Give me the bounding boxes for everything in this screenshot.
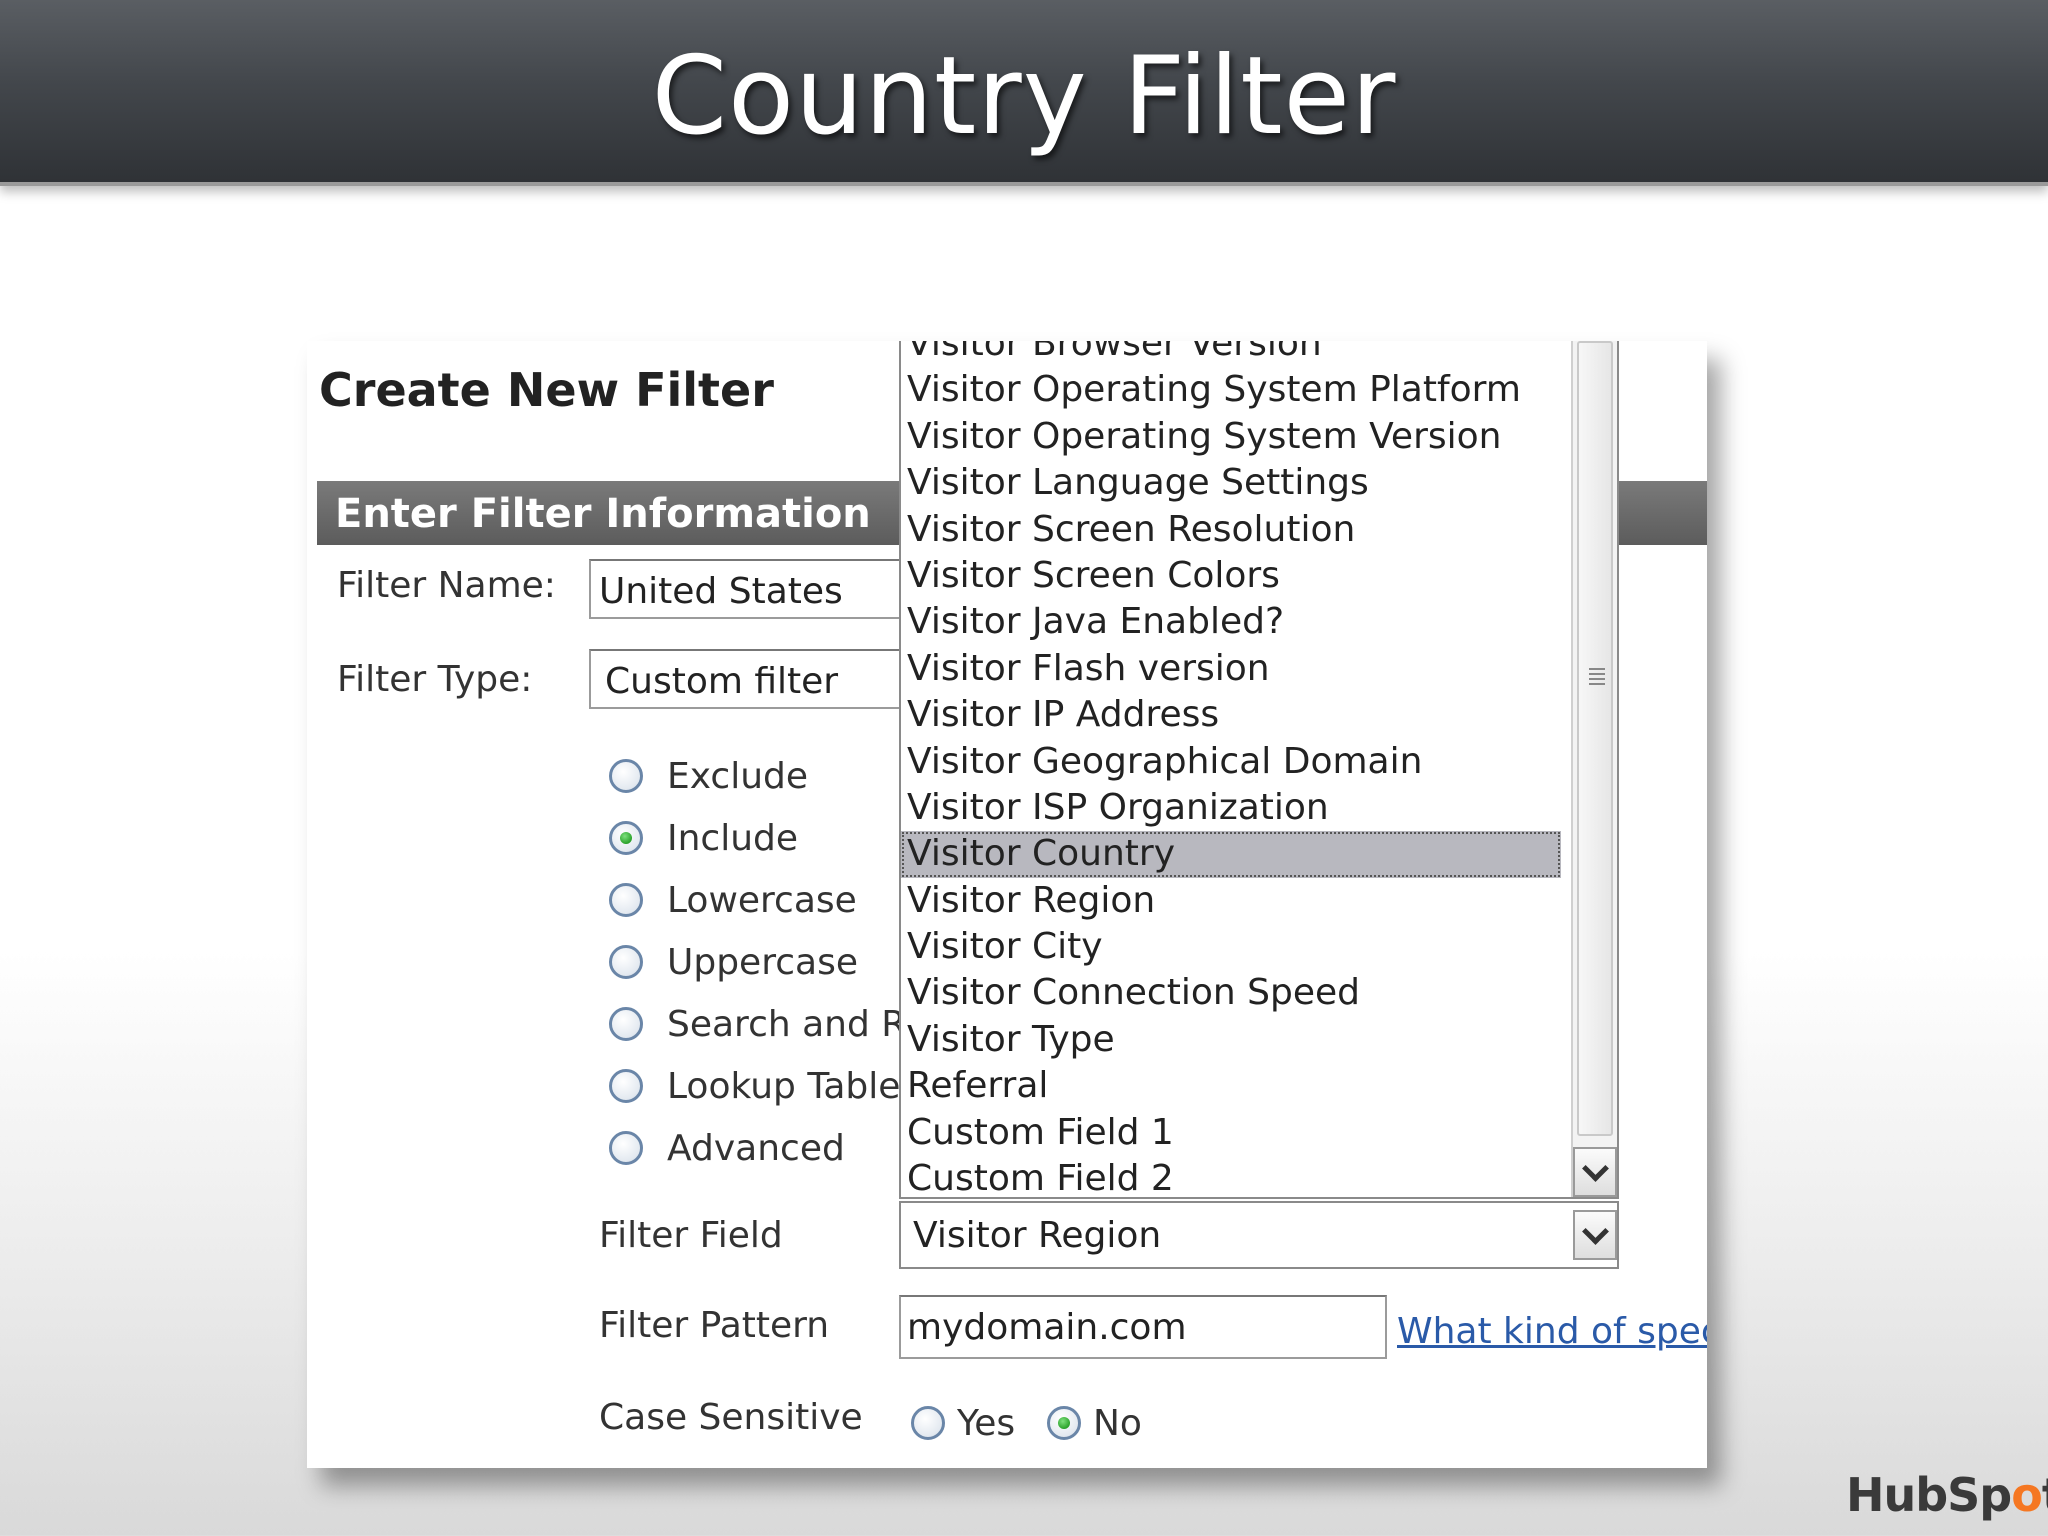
filter-option-2[interactable]: Lowercase — [609, 875, 857, 925]
dropdown-scrollbar[interactable] — [1571, 341, 1617, 1197]
filter-field-select[interactable]: Visitor Region — [899, 1201, 1619, 1269]
dropdown-option[interactable]: Referral — [901, 1063, 1561, 1109]
dropdown-option[interactable]: Visitor Browser Version — [901, 341, 1561, 367]
radio-button[interactable] — [609, 883, 643, 917]
filter-type-label: Filter Type: — [337, 659, 533, 700]
filter-option-4[interactable]: Search and R — [609, 999, 906, 1049]
dropdown-option[interactable]: Visitor Connection Speed — [901, 970, 1561, 1016]
chevron-down-icon — [1581, 1217, 1609, 1245]
scroll-down-button[interactable] — [1573, 1147, 1617, 1197]
radio-button[interactable] — [609, 1007, 643, 1041]
case-no-label: No — [1093, 1402, 1142, 1444]
dropdown-option[interactable]: Visitor Screen Resolution — [901, 507, 1561, 553]
radio-button[interactable] — [609, 945, 643, 979]
form-title: Create New Filter — [319, 363, 774, 417]
case-yes-label: Yes — [957, 1402, 1016, 1444]
hubspot-logo: HubSpot — [1846, 1468, 2048, 1522]
filter-name-label: Filter Name: — [337, 565, 556, 606]
grip-icon — [1589, 665, 1605, 688]
filter-option-3[interactable]: Uppercase — [609, 937, 858, 987]
screenshot-panel: Create New Filter Enter Filter Informati… — [307, 341, 1707, 1468]
section-label: Enter Filter Information — [335, 491, 871, 537]
case-no-radio[interactable] — [1047, 1406, 1081, 1440]
filter-name-input[interactable]: United States — [589, 559, 919, 619]
scroll-thumb[interactable] — [1577, 341, 1613, 1136]
filter-field-value: Visitor Region — [913, 1215, 1162, 1256]
radio-label: Uppercase — [667, 941, 858, 983]
radio-button[interactable] — [609, 821, 643, 855]
radio-button[interactable] — [609, 1131, 643, 1165]
filter-option-6[interactable]: Advanced — [609, 1123, 845, 1173]
dropdown-option[interactable]: Custom Field 2 — [901, 1156, 1561, 1197]
filter-pattern-label: Filter Pattern — [599, 1305, 830, 1346]
radio-label: Advanced — [667, 1127, 845, 1169]
dropdown-option[interactable]: Visitor Country — [901, 831, 1561, 878]
dropdown-option[interactable]: Visitor Geographical Domain — [901, 739, 1561, 785]
radio-label: Search and R — [667, 1003, 907, 1045]
sprocket-icon: o — [2011, 1468, 2043, 1522]
filter-option-0[interactable]: Exclude — [609, 751, 808, 801]
dropdown-option[interactable]: Visitor Region — [901, 878, 1561, 924]
case-sensitive-label: Case Sensitive — [599, 1397, 863, 1438]
help-link[interactable]: What kind of speci — [1397, 1311, 1707, 1352]
dropdown-option[interactable]: Visitor Operating System Platform — [901, 367, 1561, 413]
case-yes-radio[interactable] — [911, 1406, 945, 1440]
dropdown-option[interactable]: Visitor ISP Organization — [901, 785, 1561, 831]
dropdown-option[interactable]: Visitor Type — [901, 1017, 1561, 1063]
dropdown-option[interactable]: Visitor Screen Colors — [901, 553, 1561, 599]
dropdown-option[interactable]: Custom Field 1 — [901, 1110, 1561, 1156]
logo-text: HubSp — [1846, 1468, 2012, 1522]
radio-label: Exclude — [667, 755, 809, 797]
dropdown-option[interactable]: Visitor Java Enabled? — [901, 599, 1561, 645]
dropdown-option[interactable]: Visitor Flash version — [901, 646, 1561, 692]
radio-label: Include — [667, 817, 799, 859]
filter-field-label: Filter Field — [599, 1215, 783, 1256]
case-yes-option[interactable]: Yes — [911, 1398, 1015, 1448]
slide-title: Country Filter — [651, 34, 1397, 159]
case-no-option[interactable]: No — [1047, 1398, 1142, 1448]
dropdown-option[interactable]: Visitor IP Address — [901, 692, 1561, 738]
radio-label: Lookup Table — [667, 1065, 901, 1107]
radio-label: Lowercase — [667, 879, 857, 921]
dropdown-items: Visitor Browser Version Visitor Operating… — [901, 341, 1561, 1197]
chevron-down-icon — [1581, 1154, 1609, 1182]
logo-text-end: t — [2042, 1468, 2048, 1522]
filter-pattern-input[interactable]: mydomain.com — [899, 1295, 1387, 1359]
select-toggle-button[interactable] — [1573, 1210, 1617, 1260]
dropdown-option[interactable]: Visitor Language Settings — [901, 460, 1561, 506]
filter-option-5[interactable]: Lookup Table — [609, 1061, 900, 1111]
radio-button[interactable] — [609, 759, 643, 793]
filter-option-1[interactable]: Include — [609, 813, 798, 863]
filter-type-select[interactable]: Custom filter — [589, 649, 919, 709]
dropdown-option[interactable]: Visitor City — [901, 924, 1561, 970]
title-banner: Country Filter — [0, 0, 2048, 186]
dropdown-option[interactable]: Visitor Operating System Version — [901, 414, 1561, 460]
filter-field-dropdown-list[interactable]: Visitor Browser Version Visitor Operating… — [899, 341, 1619, 1199]
radio-button[interactable] — [609, 1069, 643, 1103]
